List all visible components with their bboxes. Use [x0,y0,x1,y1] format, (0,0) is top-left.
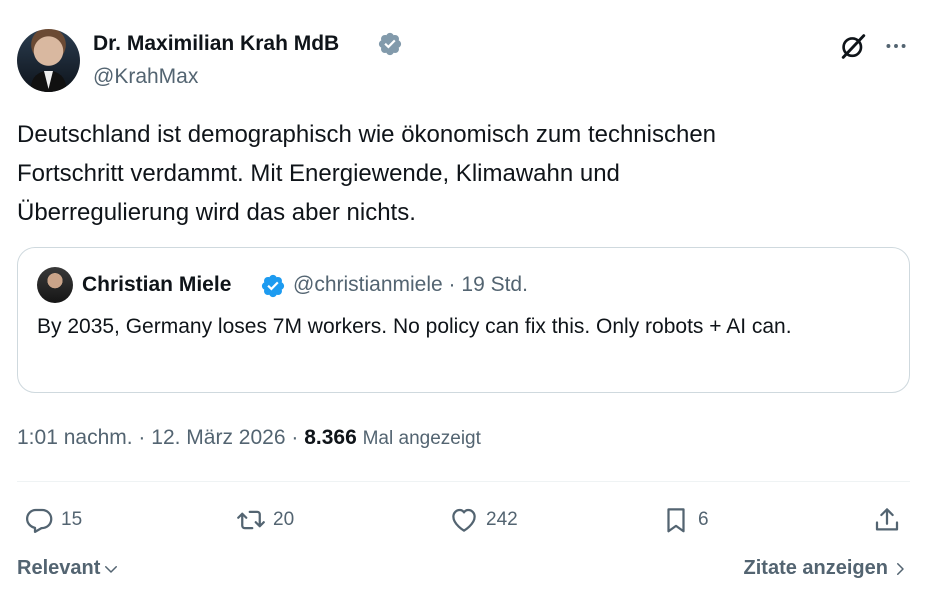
view-count-label: Mal angezeigt [362,428,481,449]
sort-dropdown[interactable]: Relevant [17,557,120,580]
quote-card[interactable]: Christian Miele @christianmiele · 19 Std… [17,247,910,393]
verified-badge-icon [261,274,285,298]
quote-separator: · [448,273,456,296]
quote-text: By 2035, Germany loses 7M workers. No po… [37,315,792,338]
meta-separator: · [138,426,146,449]
reply-icon [26,508,53,533]
post-time[interactable]: 1:01 nachm. [17,426,133,449]
timestamp-line: 1:01 nachm. · 12. März 2026 · 8.366 Mal … [17,426,481,450]
bookmark-icon [667,508,685,533]
divider [17,481,910,482]
like-count: 242 [486,509,518,530]
quote-handle[interactable]: @christianmiele [293,273,443,296]
reply-count: 15 [61,509,83,530]
repost-icon [237,510,265,530]
post-date[interactable]: 12. März 2026 [151,426,285,449]
author-name[interactable]: Dr. Maximilian Krah MdB [93,32,339,56]
repost-button[interactable]: 20 [236,504,294,536]
chevron-right-icon [897,562,904,575]
quote-author-name[interactable]: Christian Miele [82,273,231,297]
tweet-text: Deutschland ist demographisch wie ökonom… [17,115,907,232]
tweet-text-line: Fortschritt verdammt. Mit Energiewende, … [17,160,620,187]
quote-time[interactable]: 19 Std. [461,273,528,296]
share-button[interactable] [872,504,902,536]
quote-meta: @christianmiele · 19 Std. [293,273,528,297]
share-icon [875,508,899,531]
meta-separator: · [291,426,299,449]
repost-count: 20 [273,509,295,530]
tweet-text-line: Deutschland ist demographisch wie ökonom… [17,121,717,148]
view-quotes-link[interactable]: Zitate anzeigen [744,557,909,580]
tweet-text-line: Überregulierung wird das aber nichts. [17,199,416,226]
author-handle[interactable]: @KrahMax [93,65,198,89]
chevron-down-icon [105,565,118,573]
like-button[interactable]: 242 [449,504,518,536]
sort-label: Relevant [17,557,101,579]
bookmark-count: 6 [698,509,709,530]
quote-avatar[interactable] [37,267,73,303]
more-icon[interactable] [882,33,910,59]
reply-button[interactable]: 15 [24,504,82,536]
heart-icon [452,508,476,532]
view-count: 8.366 [304,426,357,449]
verified-badge-icon [378,32,402,56]
grok-icon[interactable] [839,32,868,61]
author-avatar[interactable] [17,29,80,92]
bookmark-button[interactable]: 6 [661,504,709,536]
view-quotes-label: Zitate anzeigen [743,557,888,579]
